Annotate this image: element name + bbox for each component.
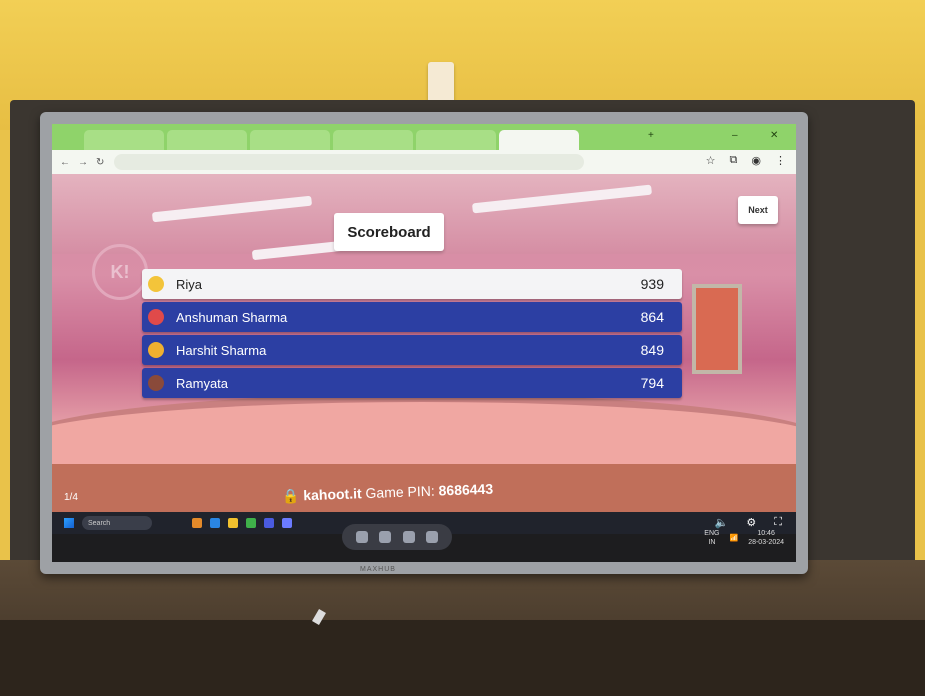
lock-icon: 🔒 [281,487,300,504]
star-icon[interactable]: ☆ [706,154,716,167]
menu-icon[interactable]: ⋮ [775,154,786,167]
url-field[interactable] [114,154,585,170]
forward-icon[interactable]: → [78,157,88,168]
browser-tab-active[interactable] [499,130,579,150]
scoreboard-title: Scoreboard [334,213,444,251]
player-name: Riya [176,276,203,292]
player-name: Harshit Sharma [176,342,267,358]
browser-tab[interactable] [84,130,164,150]
avatar [148,342,164,358]
browser-tab[interactable] [250,130,330,150]
close-window-button[interactable]: ✕ [770,130,778,141]
leaderboard-row: Riya 939 [142,269,682,299]
player-score: 794 [640,375,664,391]
clock-date: 28-03-2024 [748,539,784,546]
extensions-icon[interactable]: ⧉ [730,154,738,167]
leaderboard-row: Harshit Sharma 849 [142,335,682,365]
screen-share-controls [342,524,452,550]
screen: + – ✕ ← → ↻ ☆ ⧉ ◉ ⋮ K! Scoreboard Next R… [52,124,796,562]
app-icon[interactable] [282,518,292,528]
control-icon[interactable] [402,531,415,543]
reload-icon[interactable]: ↻ [96,157,104,168]
lang-line1: ENG [704,530,720,537]
windows-start-icon[interactable] [64,518,74,528]
volume-icon[interactable]: 🔈 [715,516,729,529]
kahoot-brand: kahoot.it [303,485,362,504]
address-bar-row: ← → ↻ ☆ ⧉ ◉ ⋮ [52,150,796,174]
fullscreen-icon[interactable]: ⛶ [774,516,782,529]
system-tray: ENG IN 📶 10:46 28-03-2024 [704,529,784,547]
door [692,284,742,374]
leaderboard: Riya 939 Anshuman Sharma 864 Harshit Sha… [142,269,682,401]
presentation-controls: 🔈 ⚙ ⛶ [715,516,782,529]
leaderboard-row: Ramyata 794 [142,368,682,398]
control-icon[interactable] [426,531,439,543]
clock[interactable]: 10:46 28-03-2024 [748,529,784,547]
next-button[interactable]: Next [738,196,778,224]
leaderboard-row: Anshuman Sharma 864 [142,302,682,332]
pin-label: Game PIN: [365,482,435,502]
player-score: 939 [640,276,664,292]
avatar [148,276,164,292]
control-icon[interactable] [355,531,368,543]
player-score: 864 [640,309,664,325]
shelf-shadow [0,620,925,696]
new-tab-button[interactable]: + [648,130,654,141]
clock-time: 10:46 [757,530,775,537]
profile-icon[interactable]: ◉ [751,154,761,167]
app-icon[interactable] [264,518,274,528]
browser-tab[interactable] [333,130,413,150]
browser-tab[interactable] [416,130,496,150]
browser-tab-bar: + – ✕ [52,124,796,150]
app-icon[interactable] [210,518,220,528]
player-name: Anshuman Sharma [176,309,288,325]
app-icon[interactable] [192,518,202,528]
back-icon[interactable]: ← [60,157,70,168]
lang-line2: IN [708,539,716,546]
settings-icon[interactable]: ⚙ [746,516,756,529]
device-brand: MAXHUB [360,566,396,573]
browser-toolbar: ☆ ⧉ ◉ ⋮ [706,154,786,167]
control-icon[interactable] [379,531,392,543]
player-score: 849 [640,342,664,358]
avatar [148,375,164,391]
school-logo: K! [92,244,148,300]
browser-tab[interactable] [167,130,247,150]
pin-value: 8686443 [438,480,494,499]
minimize-button[interactable]: – [732,130,738,141]
app-icon[interactable] [246,518,256,528]
avatar [148,309,164,325]
wifi-icon[interactable]: 📶 [729,534,738,542]
question-counter: 1/4 [64,492,78,503]
player-name: Ramyata [176,375,229,391]
app-icon[interactable] [228,518,238,528]
language-indicator[interactable]: ENG IN [704,529,719,547]
taskbar-search[interactable]: Search [82,516,152,530]
